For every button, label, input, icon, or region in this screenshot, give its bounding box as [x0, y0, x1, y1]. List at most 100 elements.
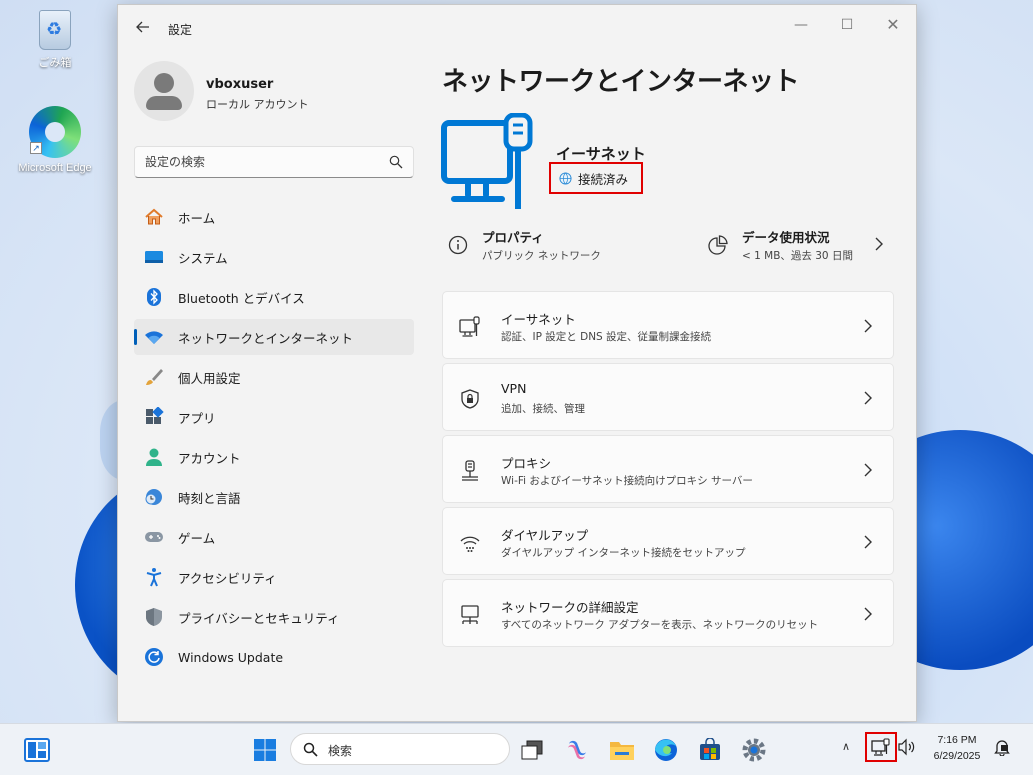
card-dialup[interactable]: ダイヤルアップ ダイヤルアップ インターネット接続をセットアップ	[442, 507, 894, 575]
sidebar-item-label: ホーム	[178, 210, 216, 226]
search-icon[interactable]	[389, 155, 403, 169]
system-icon	[144, 247, 164, 267]
start-button[interactable]	[249, 734, 281, 766]
card-subtitle: 認証、IP 設定と DNS 設定、従量制課金接続	[501, 331, 712, 343]
account-type: ローカル アカウント	[206, 98, 309, 111]
gamepad-icon	[144, 527, 164, 547]
minimize-button[interactable]: —	[778, 11, 824, 39]
clock-date: 6/29/2025	[933, 750, 981, 762]
chevron-right-icon	[875, 237, 883, 251]
sidebar-item-gaming[interactable]: ゲーム	[134, 519, 414, 555]
apps-icon	[144, 407, 164, 427]
taskbar-search-placeholder: 検索	[328, 744, 353, 758]
sidebar-item-accessibility[interactable]: アクセシビリティ	[134, 559, 414, 595]
clock-time: 7:16 PM	[937, 734, 977, 746]
chevron-right-icon	[864, 535, 872, 549]
card-title: プロキシ	[501, 456, 552, 471]
network-tray-button[interactable]	[865, 732, 897, 762]
folder-icon	[610, 742, 634, 760]
card-advanced-network[interactable]: ネットワークの詳細設定 すべてのネットワーク アダプターを表示、ネットワークのリ…	[442, 579, 894, 647]
recycle-bin-icon	[39, 10, 71, 50]
volume-icon[interactable]	[897, 738, 917, 756]
settings-search[interactable]	[134, 146, 414, 178]
ethernet-monitor-icon	[459, 316, 480, 337]
sidebar-item-apps[interactable]: アプリ	[134, 399, 414, 435]
properties-link[interactable]: プロパティ パブリック ネットワーク	[448, 227, 678, 267]
data-usage-subtitle: < 1 MB、過去 30 日間	[742, 250, 853, 262]
title-bar: 設定 — ☐ ✕	[118, 5, 916, 49]
dialup-icon	[460, 536, 480, 552]
taskbar-search[interactable]: 検索	[290, 733, 510, 765]
avatar	[134, 61, 194, 121]
info-icon	[448, 235, 468, 255]
pie-chart-icon	[708, 235, 728, 255]
accessibility-icon	[144, 567, 164, 587]
card-subtitle: 追加、接続、管理	[501, 403, 585, 415]
proxy-icon	[462, 460, 478, 481]
search-input[interactable]	[145, 152, 375, 172]
sidebar-item-system[interactable]: システム	[134, 239, 414, 275]
user-profile[interactable]: vboxuser ローカル アカウント	[134, 61, 424, 125]
chevron-right-icon	[864, 391, 872, 405]
sidebar-item-personalization[interactable]: 個人用設定	[134, 359, 414, 395]
sidebar-item-bluetooth[interactable]: Bluetooth とデバイス	[134, 279, 414, 315]
file-explorer-button[interactable]	[606, 734, 638, 766]
settings-cards: イーサネット 認証、IP 設定と DNS 設定、従量制課金接続 VPN 追加、接…	[442, 291, 894, 651]
data-usage-link[interactable]: データ使用状況 < 1 MB、過去 30 日間	[708, 227, 888, 267]
desktop-icon-label: ごみ箱	[38, 57, 72, 69]
show-hidden-icons-button[interactable]: ∧	[842, 740, 850, 753]
store-button[interactable]	[694, 734, 726, 766]
widgets-button[interactable]	[21, 734, 53, 766]
windows-logo-icon	[254, 739, 276, 761]
sidebar-item-label: 時刻と言語	[178, 490, 241, 506]
edge-icon	[655, 739, 677, 761]
card-title: イーサネット	[501, 312, 576, 327]
connection-name: イーサネット	[556, 145, 646, 163]
sidebar-item-label: システム	[178, 250, 228, 266]
properties-title: プロパティ	[482, 230, 544, 245]
update-icon	[144, 647, 164, 667]
data-usage-title: データ使用状況	[742, 230, 830, 245]
desktop-icon-edge[interactable]: ↗ Microsoft Edge	[12, 106, 98, 174]
back-button[interactable]	[132, 19, 154, 37]
sidebar-item-label: ネットワークとインターネット	[178, 330, 354, 346]
home-icon	[144, 207, 164, 227]
copilot-icon	[568, 740, 586, 760]
card-proxy[interactable]: プロキシ Wi-Fi およびイーサネット接続向けプロキシ サーバー	[442, 435, 894, 503]
card-vpn[interactable]: VPN 追加、接続、管理	[442, 363, 894, 431]
account-icon	[144, 447, 164, 467]
card-ethernet[interactable]: イーサネット 認証、IP 設定と DNS 設定、従量制課金接続	[442, 291, 894, 359]
properties-subtitle: パブリック ネットワーク	[482, 250, 601, 262]
close-button[interactable]: ✕	[870, 11, 916, 39]
sidebar-item-network[interactable]: ネットワークとインターネット	[134, 319, 414, 355]
sidebar-item-label: プライバシーとセキュリティ	[178, 610, 340, 626]
page-title: ネットワークとインターネット	[442, 67, 800, 97]
gear-icon	[742, 738, 766, 762]
card-title: VPN	[501, 381, 527, 396]
arrow-left-icon	[136, 21, 149, 33]
maximize-button[interactable]: ☐	[824, 11, 870, 39]
desktop-icon-label: Microsoft Edge	[18, 162, 92, 174]
task-view-button[interactable]	[516, 734, 548, 766]
sidebar-item-accounts[interactable]: アカウント	[134, 439, 414, 475]
settings-taskbar-button[interactable]	[738, 734, 770, 766]
sidebar-item-time-language[interactable]: 時刻と言語	[134, 479, 414, 515]
sidebar-item-home[interactable]: ホーム	[134, 199, 414, 235]
store-icon	[700, 738, 720, 760]
copilot-button[interactable]	[561, 734, 593, 766]
sidebar-item-label: アプリ	[178, 410, 216, 426]
taskbar-clock[interactable]: 7:16 PM 6/29/2025	[925, 732, 989, 764]
edge-taskbar-button[interactable]	[650, 734, 682, 766]
desktop-icon-recycle-bin[interactable]: ごみ箱	[12, 10, 98, 70]
card-subtitle: ダイヤルアップ インターネット接続をセットアップ	[501, 547, 746, 559]
notification-bell-icon[interactable]	[993, 738, 1011, 756]
sidebar-nav: ホーム システム Bluetooth とデバイス ネットワークとインターネット …	[134, 199, 414, 679]
settings-window: 設定 — ☐ ✕ vboxuser ローカル アカウント ホーム システム Bl…	[117, 4, 917, 722]
connection-status: 接続済み	[549, 162, 643, 194]
sidebar-item-privacy[interactable]: プライバシーとセキュリティ	[134, 599, 414, 635]
task-view-icon	[521, 740, 543, 760]
chevron-right-icon	[864, 319, 872, 333]
card-subtitle: Wi-Fi およびイーサネット接続向けプロキシ サーバー	[501, 475, 753, 487]
sidebar-item-label: Bluetooth とデバイス	[178, 290, 305, 306]
sidebar-item-windows-update[interactable]: Windows Update	[134, 639, 414, 675]
